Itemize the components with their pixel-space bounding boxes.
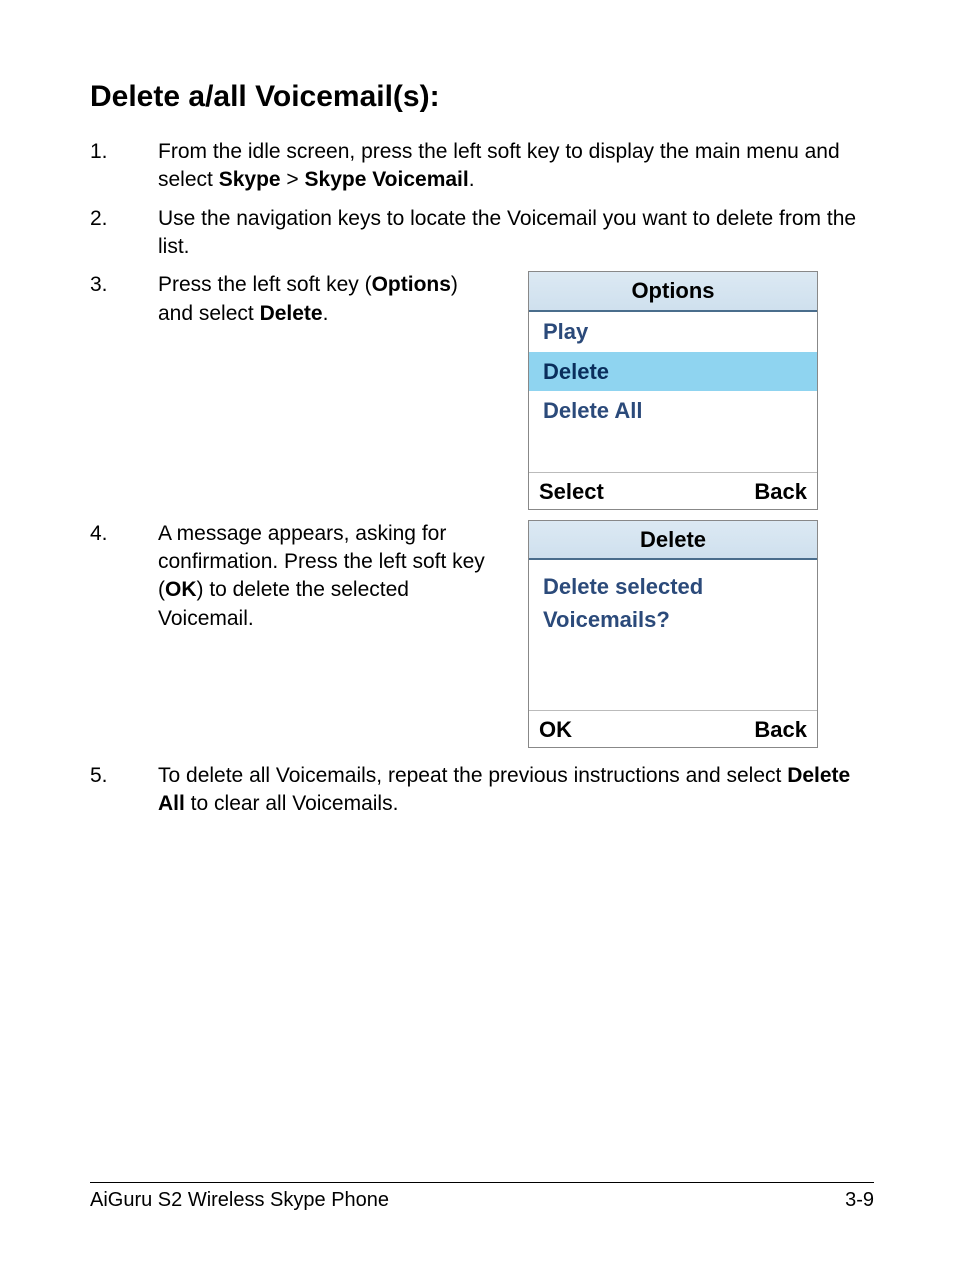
step-5: 5. To delete all Voicemails, repeat the … bbox=[90, 762, 874, 819]
step-body: A message appears, asking for confirmati… bbox=[158, 520, 498, 633]
softkey-back[interactable]: Back bbox=[754, 715, 807, 745]
bold-skype-voicemail: Skype Voicemail bbox=[305, 168, 469, 191]
confirm-line-1: Delete selected bbox=[543, 570, 803, 603]
menu-item-play[interactable]: Play bbox=[529, 312, 817, 352]
step-2: 2. Use the navigation keys to locate the… bbox=[90, 205, 874, 262]
menu--item-delete-all[interactable]: Delete All bbox=[529, 391, 817, 431]
phone-screen-confirm: Delete Delete selected Voicemails? OK Ba… bbox=[528, 520, 818, 748]
menu-item-delete[interactable]: Delete bbox=[529, 352, 817, 392]
phone-screen-options: Options Play Delete Delete All Select Ba… bbox=[528, 271, 818, 509]
phone-menu: Play Delete Delete All bbox=[529, 312, 817, 472]
page-footer: AiGuru S2 Wireless Skype Phone 3-9 bbox=[90, 1182, 874, 1212]
bold-delete: Delete bbox=[260, 302, 323, 325]
step-number: 3. bbox=[90, 271, 158, 509]
text-fragment: . bbox=[469, 168, 475, 191]
text-fragment: to clear all Voicemails. bbox=[185, 792, 399, 815]
section-title: Delete a/all Voicemail(s): bbox=[90, 80, 874, 114]
confirm-message: Delete selected Voicemails? bbox=[529, 560, 817, 710]
step-number: 2. bbox=[90, 205, 158, 262]
step-list: 1. From the idle screen, press the left … bbox=[90, 138, 874, 819]
footer-page-number: 3-9 bbox=[845, 1189, 874, 1212]
phone-title: Options bbox=[529, 272, 817, 312]
step-body: From the idle screen, press the left sof… bbox=[158, 138, 874, 195]
phone-title: Delete bbox=[529, 521, 817, 561]
step-number: 4. bbox=[90, 520, 158, 748]
step-number: 5. bbox=[90, 762, 158, 819]
step-3: 3. Press the left soft key (Options) and… bbox=[90, 271, 874, 509]
step-number: 1. bbox=[90, 138, 158, 195]
bold-ok: OK bbox=[165, 578, 197, 601]
step-body: To delete all Voicemails, repeat the pre… bbox=[158, 762, 874, 819]
bold-options: Options bbox=[372, 273, 451, 296]
confirm-line-2: Voicemails? bbox=[543, 603, 803, 636]
bold-skype: Skype bbox=[219, 168, 281, 191]
text-fragment: > bbox=[281, 168, 305, 191]
text-fragment: ) to delete the selected Voicemail. bbox=[158, 578, 409, 629]
softkey-ok[interactable]: OK bbox=[539, 715, 572, 745]
step-body: Use the navigation keys to locate the Vo… bbox=[158, 205, 874, 262]
text-fragment: . bbox=[323, 302, 329, 325]
softkey-back[interactable]: Back bbox=[754, 477, 807, 507]
step-4: 4. A message appears, asking for confirm… bbox=[90, 520, 874, 748]
text-fragment: Press the left soft key ( bbox=[158, 273, 372, 296]
softkey-select[interactable]: Select bbox=[539, 477, 604, 507]
step-body: Press the left soft key (Options) and se… bbox=[158, 271, 498, 328]
text-fragment: To delete all Voicemails, repeat the pre… bbox=[158, 764, 787, 787]
footer-product: AiGuru S2 Wireless Skype Phone bbox=[90, 1189, 389, 1212]
step-1: 1. From the idle screen, press the left … bbox=[90, 138, 874, 195]
